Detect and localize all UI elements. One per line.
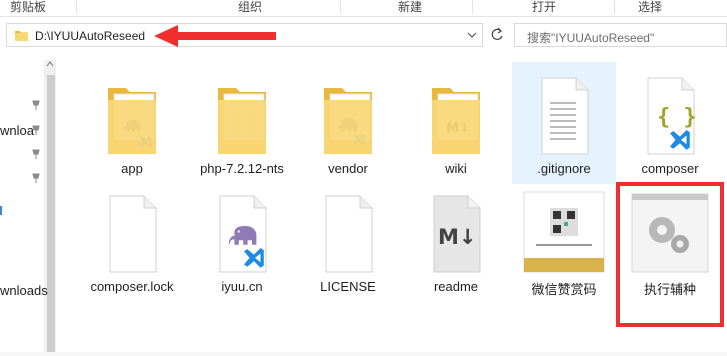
file-name-label: app [121, 161, 143, 176]
file-item[interactable]: app [80, 62, 184, 184]
svg-text:{ }: { } [657, 105, 697, 130]
file-name-label: iyuu.cn [221, 279, 263, 294]
file-item[interactable]: M↓ readme [404, 180, 508, 302]
json-file-icon: { } [647, 77, 697, 155]
file-name-label: wiki [445, 161, 467, 176]
file-name-label: .gitignore [537, 161, 591, 176]
file-name-label: composer [641, 161, 699, 176]
file-item[interactable]: iyuu.cn [190, 180, 294, 302]
ribbon-group-select: 选择 [638, 0, 663, 14]
text-file-icon [541, 77, 589, 155]
markdown-file-icon: M↓ [433, 195, 481, 273]
file-item[interactable]: .gitignore [512, 62, 616, 184]
file-item[interactable]: 执行辅种 [618, 180, 722, 302]
ribbon-group-clipboard: 剪贴板 [10, 0, 47, 14]
ribbon-group-labels: 剪贴板 组织 新建 打开 选择 [0, 0, 727, 17]
ribbon-divider [340, 0, 341, 14]
refresh-icon[interactable] [486, 23, 508, 47]
chevron-up-icon[interactable] [46, 60, 54, 68]
folder-icon [324, 88, 372, 154]
ribbon-divider [472, 0, 473, 14]
pin-icon[interactable] [32, 100, 40, 110]
file-item[interactable]: M↓ wiki [404, 62, 508, 184]
file-name-label: 执行辅种 [643, 282, 696, 297]
file-item[interactable]: LICENSE [296, 180, 400, 302]
file-explorer-window: 剪贴板 组织 新建 打开 选择 D:\IYUUAutoReseed 搜索"IYU… [0, 0, 727, 356]
folder-icon [108, 88, 156, 154]
pin-icon[interactable] [32, 125, 40, 135]
status-strip [0, 352, 727, 356]
file-item[interactable]: php-7.2.12-nts [190, 62, 294, 184]
pin-icon[interactable] [32, 149, 40, 159]
file-name-label: LICENSE [320, 279, 376, 294]
search-input[interactable]: 搜索"IYUUAutoReseed" [514, 23, 727, 47]
file-name-label: 微信赞赏码 [531, 282, 597, 297]
ribbon-divider [76, 0, 77, 14]
ribbon-group-new: 新建 [398, 0, 423, 14]
php-file-icon [219, 195, 267, 273]
folder-icon: M↓ [432, 88, 480, 154]
nav-item-downloads[interactable]: wnloa [0, 123, 34, 138]
address-path[interactable]: D:\IYUUAutoReseed [35, 29, 145, 43]
blank-file-icon [325, 195, 373, 273]
chevron-down-icon[interactable] [466, 28, 478, 42]
address-bar[interactable]: D:\IYUUAutoReseed [6, 23, 483, 47]
file-item[interactable]: 微信赞赏码 [512, 180, 616, 302]
folder-icon [15, 31, 28, 41]
gear-batch-file-icon [631, 193, 709, 273]
file-item[interactable]: { } composer [618, 62, 722, 184]
pin-icon[interactable] [32, 173, 40, 183]
image-thumbnail-icon [523, 191, 605, 273]
nav-arrow-indicator [0, 206, 2, 215]
file-name-label: vendor [328, 161, 368, 176]
file-item[interactable]: vendor [296, 62, 400, 184]
ribbon-group-open: 打开 [532, 0, 557, 14]
ribbon-divider [614, 0, 615, 14]
file-name-label: composer.lock [90, 279, 174, 294]
file-item[interactable]: composer.lock [80, 180, 184, 302]
svg-text:M↓: M↓ [438, 225, 477, 249]
search-placeholder: 搜索"IYUUAutoReseed" [527, 31, 655, 45]
nav-item-downloads-2[interactable]: wnloads [0, 283, 48, 298]
file-name-label: php-7.2.12-nts [200, 161, 284, 176]
ribbon-group-organize: 组织 [238, 0, 263, 14]
file-name-label: readme [433, 279, 479, 294]
blank-file-icon [109, 195, 157, 273]
folder-icon [218, 88, 266, 154]
nav-scroll-thumb[interactable] [47, 75, 55, 353]
